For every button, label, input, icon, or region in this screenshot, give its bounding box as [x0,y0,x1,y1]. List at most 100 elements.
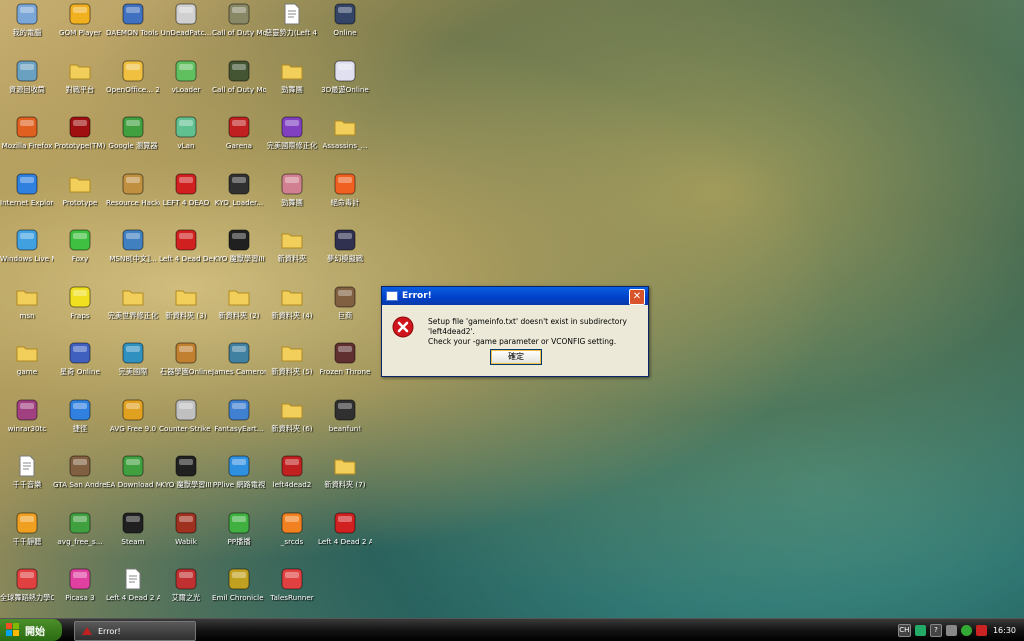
network-icon[interactable] [946,624,958,636]
desktop-icon[interactable]: 新資料夾 (6) [265,396,319,452]
desktop-icon[interactable]: FantasyEart... [212,396,266,452]
desktop-icon[interactable]: winrar30tc [0,396,54,452]
language-indicator[interactable]: CH [897,623,911,637]
desktop-icon[interactable]: Foxy [53,226,107,282]
desktop-icon-label: Garena [225,141,253,150]
taskbar-item-error[interactable]: Error! [74,621,196,641]
desktop-icon[interactable]: KYO_Loader... [212,170,266,226]
desktop-icon[interactable]: Assassins_... [318,113,372,169]
desktop-icon[interactable]: KYO 魔獸學習III [159,452,213,508]
desktop-icon[interactable]: EA Download Manager [106,452,160,508]
desktop-icon[interactable]: 勁舞團 [265,170,319,226]
desktop-icon[interactable]: Steam [106,509,160,565]
desktop-icon[interactable]: 千千音樂 [0,452,54,508]
desktop-icon[interactable]: PPlive 網路電視 [212,452,266,508]
help-icon[interactable]: ? [929,623,943,637]
desktop-icon[interactable]: vLan [159,113,213,169]
desktop-icon[interactable]: Left 4 Dead Dedicate... [159,226,213,282]
desktop-icon[interactable]: game [0,339,54,395]
desktop-icon[interactable]: 新資料夾 (7) [318,452,372,508]
desktop-icon[interactable]: 惡靈勢力(Left 4 Dead ... [265,0,319,56]
desktop-icon[interactable]: 資源回收筒 [0,57,54,113]
desktop-icon-label: 完美國際 [118,367,148,376]
desktop-icon[interactable]: avg_free_s... [53,509,107,565]
desktop-icon-label: 星奇 Online [60,367,100,376]
dialog-titlebar[interactable]: Error! [382,287,648,305]
desktop-icon[interactable]: 新資料夾 [265,226,319,282]
desktop-icon[interactable]: Fraps [53,283,107,339]
computer-icon [15,2,39,26]
desktop-icon[interactable]: 艾爾之光 [159,565,213,621]
desktop-icon[interactable]: Wabik [159,509,213,565]
desktop-icon[interactable]: left4dead2 [265,452,319,508]
desktop-icon[interactable]: msn [0,283,54,339]
error-icon [392,316,414,338]
game-icon [227,567,251,591]
desktop-icon[interactable]: James Cameron's... [212,339,266,395]
desktop-icon[interactable]: _srcds [265,509,319,565]
desktop-icon[interactable]: Picasa 3 [53,565,107,621]
desktop-icon[interactable]: Counter-Strike Online [159,396,213,452]
desktop-icon[interactable]: 捷徑 [53,396,107,452]
desktop-icon[interactable]: vLoader [159,57,213,113]
cs-icon [174,398,198,422]
desktop-icon[interactable]: OpenOffice... 2.3 Installa... [106,57,160,113]
desktop-icon[interactable]: DAEMON Tools Lite [106,0,160,56]
desktop-icon[interactable]: KYO 魔獸學習III [212,226,266,282]
desktop-icon[interactable]: 新資料夾 (5) [265,339,319,395]
desktop-icon[interactable]: Prototype [53,170,107,226]
desktop-icon[interactable]: Mozilla Firefox [0,113,54,169]
desktop-icon[interactable]: Resource Hacker [106,170,160,226]
ie-icon [15,172,39,196]
desktop-icon[interactable]: Garena [212,113,266,169]
desktop-icon[interactable]: 3D最遊Online [318,57,372,113]
desktop-icon[interactable]: Prototype(TM) [53,113,107,169]
desktop-icon[interactable]: UnDeadPatc... [159,0,213,56]
dialog-title: Error! [402,291,432,301]
desktop-icon[interactable]: GOM Player [53,0,107,56]
desktop-icon[interactable]: Google 瀏覽器 [106,113,160,169]
desktop-icon[interactable]: LEFT 4 DEAD [159,170,213,226]
desktop-icon[interactable]: 絕命毒計 [318,170,372,226]
ok-button[interactable]: 確定 [490,349,542,365]
desktop-icon[interactable]: 巨商 [318,283,372,339]
desktop-icon[interactable]: Call of Duty Modern W... [212,57,266,113]
desktop-icon[interactable]: Emil Chronicle Online.exe [212,565,266,621]
desktop-icon[interactable]: 完美國際 [106,339,160,395]
start-button[interactable]: 開始 [0,619,62,641]
desktop-icon[interactable]: AVG Free 9.0 [106,396,160,452]
desktop-icon[interactable]: PP播播 [212,509,266,565]
desktop-icon[interactable]: Internet Explorer [0,170,54,226]
desktop-icon[interactable]: 我的電腦 [0,0,54,56]
desktop-icon[interactable]: MSN8[中文]... [106,226,160,282]
desktop-icon[interactable]: 夢幻模擬戰 [318,226,372,282]
desktop-icon[interactable]: 完美國際修正化 [265,113,319,169]
desktop-icon[interactable]: Windows Live Messenger [0,226,54,282]
security-shield-icon[interactable] [976,624,987,636]
desktop-icon[interactable]: 新資料夾 (3) [159,283,213,339]
messenger-tray-icon[interactable] [961,624,973,636]
desktop-icon[interactable]: 勁舞團 [265,57,319,113]
keyboard-icon[interactable] [914,624,926,636]
desktop-icon[interactable]: 完美世界修正化 [106,283,160,339]
desktop-icon[interactable]: 星奇 Online [53,339,107,395]
desktop-icon[interactable]: 千千靜聽 [0,509,54,565]
window-icon [333,59,357,83]
close-button[interactable]: ✕ [629,289,645,305]
desktop-icon[interactable]: Left 4 Dead 2 Add-on Su... [318,509,372,565]
desktop-icon[interactable]: Left 4 Dead 2 Authoring ... [106,565,160,621]
desktop-icon[interactable]: 全球舞蹈熱力學Online [0,565,54,621]
desktop-icon[interactable]: TalesRunner [265,565,319,621]
game-icon [333,228,357,252]
desktop-icon[interactable]: Call of Duty Modern W... [212,0,266,56]
desktop-icon[interactable]: 新資料夾 (2) [212,283,266,339]
game-icon [15,567,39,591]
desktop-icon[interactable]: 新資料夾 (4) [265,283,319,339]
desktop-icon[interactable]: 對戰平台 [53,57,107,113]
desktop-icon[interactable]: 石器學園Online [159,339,213,395]
desktop-icon[interactable]: GTA San Andreas [53,452,107,508]
foxy-icon [68,228,92,252]
desktop-icon[interactable]: beanfun! [318,396,372,452]
desktop-icon[interactable]: Frozen Throne [318,339,372,395]
desktop-icon[interactable]: Online [318,0,372,56]
